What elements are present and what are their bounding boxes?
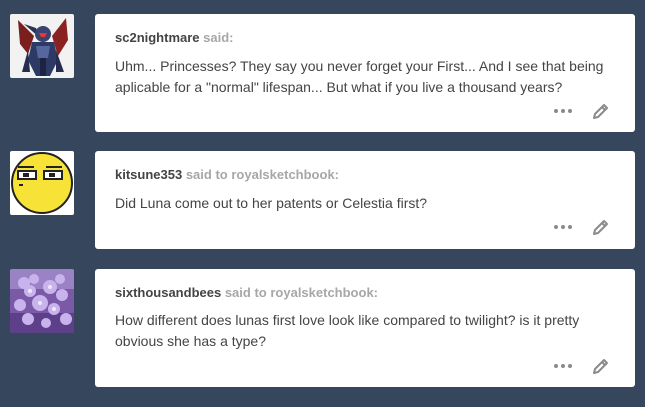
question-text: Uhm... Princesses? They say you never fo… (115, 58, 604, 95)
pencil-icon[interactable] (591, 101, 611, 121)
recipient-name[interactable]: royalsketchbook: (231, 167, 339, 182)
post-actions (554, 101, 611, 121)
said-label: said to (185, 167, 228, 182)
asker-line: sixthousandbees said to royalsketchbook: (115, 285, 378, 300)
yellow-face-icon (10, 151, 74, 215)
avatar[interactable] (10, 151, 74, 215)
more-options-icon[interactable] (554, 109, 572, 113)
more-options-icon[interactable] (554, 364, 572, 368)
said-label: said: (203, 30, 234, 45)
ask-card: kitsune353 said to royalsketchbook: Did … (95, 151, 635, 249)
more-options-icon[interactable] (554, 225, 572, 229)
question-text: How different does lunas first love look… (115, 312, 580, 349)
avatar[interactable] (10, 269, 74, 333)
lilac-flower-icon (10, 269, 74, 333)
armored-figure-icon (10, 14, 74, 78)
asker-name[interactable]: sc2nightmare (115, 30, 200, 45)
said-label: said to (224, 285, 267, 300)
recipient-name[interactable]: royalsketchbook: (270, 285, 378, 300)
asker-name[interactable]: sixthousandbees (115, 285, 221, 300)
post-actions (554, 217, 611, 237)
ask-card: sc2nightmare said: Uhm... Princesses? Th… (95, 14, 635, 132)
post-actions (554, 356, 611, 376)
pencil-icon[interactable] (591, 356, 611, 376)
pencil-icon[interactable] (591, 217, 611, 237)
question-text: Did Luna come out to her patents or Cele… (115, 195, 428, 211)
asker-line: kitsune353 said to royalsketchbook: (115, 167, 339, 182)
ask-card: sixthousandbees said to royalsketchbook:… (95, 269, 635, 387)
avatar[interactable] (10, 14, 74, 78)
asker-name[interactable]: kitsune353 (115, 167, 182, 182)
asker-line: sc2nightmare said: (115, 30, 234, 45)
